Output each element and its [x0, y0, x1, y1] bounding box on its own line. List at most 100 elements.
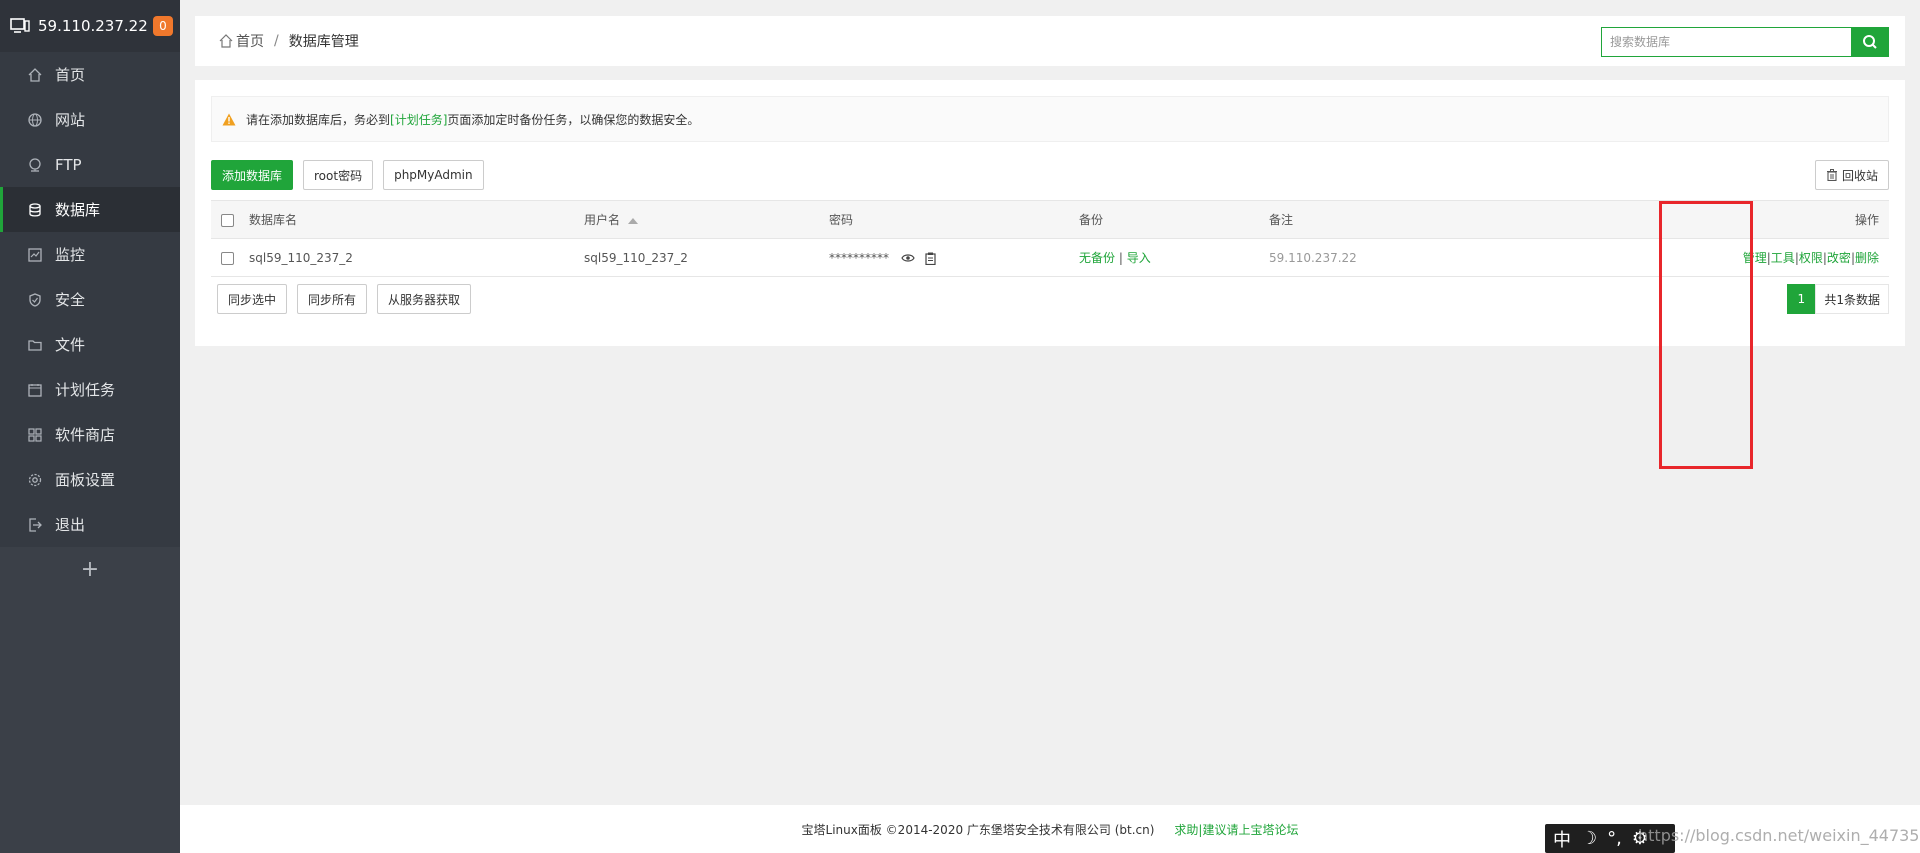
shield-icon: [27, 292, 43, 308]
sidebar: 59.110.237.22 0 首页 网站 FTP 数据库 监控 安全 文件 计…: [0, 0, 180, 853]
db-backup-cell: 无备份 | 导入: [1079, 238, 1269, 277]
monitor-icon: [10, 18, 30, 33]
col-name: 数据库名: [249, 200, 584, 239]
sort-asc-icon[interactable]: [628, 217, 639, 224]
backup-separator: |: [1118, 251, 1123, 265]
col-backup: 备份: [1079, 200, 1269, 239]
col-password: 密码: [829, 200, 1079, 239]
sidebar-item-label: 软件商店: [55, 426, 116, 444]
db-name: sql59_110_237_2: [249, 238, 584, 277]
sidebar-item-security[interactable]: 安全: [0, 277, 180, 322]
moon-icon[interactable]: ☽: [1581, 828, 1597, 849]
breadcrumb-home[interactable]: 首页: [219, 31, 264, 51]
change-password-link[interactable]: 改密: [1827, 251, 1851, 265]
sidebar-item-monitor[interactable]: 监控: [0, 232, 180, 277]
ftp-icon: [27, 157, 43, 173]
sidebar-item-files[interactable]: 文件: [0, 322, 180, 367]
breadcrumb: 首页 / 数据库管理: [195, 16, 1905, 66]
sidebar-menu: 首页 网站 FTP 数据库 监控 安全 文件 计划任务 软件商店 面板设置 退出: [0, 52, 180, 547]
col-note: 备注: [1269, 200, 1502, 239]
pagination: 1 共1条数据: [1787, 284, 1889, 314]
db-user: sql59_110_237_2: [584, 238, 829, 277]
footer-copyright: 宝塔Linux面板 ©2014-2020 广东堡塔安全技术有限公司 (bt.cn…: [801, 822, 1155, 837]
add-menu-button[interactable]: +: [0, 547, 180, 591]
root-password-button[interactable]: root密码: [303, 160, 374, 190]
delete-link[interactable]: 删除: [1855, 251, 1879, 265]
fetch-from-server-button[interactable]: 从服务器获取: [377, 284, 472, 314]
sidebar-item-home[interactable]: 首页: [0, 52, 180, 97]
sidebar-item-label: 计划任务: [55, 381, 116, 399]
col-user[interactable]: 用户名: [584, 200, 829, 239]
sidebar-item-cron[interactable]: 计划任务: [0, 367, 180, 412]
recycle-bin-button[interactable]: 回收站: [1814, 160, 1889, 190]
database-panel: 请在添加数据库后，务必到 [计划任务] 页面添加定时备份任务，以确保您的数据安全…: [195, 80, 1905, 346]
sidebar-item-label: 文件: [55, 336, 86, 354]
notification-badge[interactable]: 0: [153, 16, 173, 36]
sidebar-item-label: 面板设置: [55, 471, 116, 489]
sidebar-item-label: 退出: [55, 516, 86, 534]
server-ip: 59.110.237.22: [38, 17, 148, 35]
import-link[interactable]: 导入: [1127, 251, 1151, 265]
monitor-icon: [27, 247, 43, 263]
search-box: [1601, 27, 1889, 57]
calendar-icon: [27, 382, 43, 398]
sidebar-item-label: FTP: [55, 155, 82, 174]
toolbar: 添加数据库 root密码 phpMyAdmin: [211, 160, 484, 190]
forum-link[interactable]: 求助|建议请上宝塔论坛: [1174, 821, 1298, 838]
tools-link[interactable]: 工具: [1771, 251, 1795, 265]
database-table: 数据库名 用户名 密码 备份 备注 操作 sql59_110_237_2 sql…: [211, 200, 1889, 277]
permission-link[interactable]: 权限: [1799, 251, 1823, 265]
copy-icon[interactable]: [925, 252, 936, 265]
select-all-checkbox[interactable]: [221, 213, 234, 227]
sidebar-item-logout[interactable]: 退出: [0, 502, 180, 547]
table-actions: 同步选中 同步所有 从服务器获取: [217, 284, 472, 314]
ime-language[interactable]: 中: [1553, 826, 1571, 852]
backup-alert: 请在添加数据库后，务必到 [计划任务] 页面添加定时备份任务，以确保您的数据安全…: [211, 96, 1889, 142]
sync-selected-button[interactable]: 同步选中: [217, 284, 288, 314]
phpmyadmin-button[interactable]: phpMyAdmin: [383, 160, 484, 190]
trash-icon: [1826, 169, 1837, 181]
search-input[interactable]: [1601, 27, 1851, 57]
alert-text-pre: 请在添加数据库后，务必到: [246, 112, 391, 127]
logout-icon: [27, 517, 43, 533]
sidebar-item-label: 网站: [55, 111, 86, 129]
col-user-label: 用户名: [584, 213, 621, 227]
sidebar-item-label: 数据库: [55, 201, 101, 219]
select-all-cell: [211, 200, 249, 239]
db-note[interactable]: 59.110.237.22: [1269, 238, 1502, 277]
db-password: **********: [829, 250, 889, 265]
eye-icon[interactable]: [901, 253, 915, 263]
no-backup-link[interactable]: 无备份: [1079, 251, 1115, 265]
table-row: sql59_110_237_2 sql59_110_237_2 ********…: [211, 238, 1889, 277]
folder-icon: [27, 337, 43, 353]
punctuation-icon[interactable]: °,: [1607, 828, 1622, 849]
sidebar-item-label: 监控: [55, 246, 86, 264]
alert-text-post: 页面添加定时备份任务，以确保您的数据安全。: [447, 112, 700, 127]
add-database-button[interactable]: 添加数据库: [211, 160, 294, 190]
db-password-cell: **********: [829, 238, 1079, 277]
sidebar-item-database[interactable]: 数据库: [0, 187, 180, 232]
cron-link[interactable]: [计划任务]: [390, 111, 447, 128]
search-button[interactable]: [1851, 27, 1889, 57]
highlight-annotation-box: [1659, 201, 1753, 469]
sync-all-button[interactable]: 同步所有: [297, 284, 368, 314]
sidebar-item-store[interactable]: 软件商店: [0, 412, 180, 457]
home-icon: [219, 34, 233, 48]
search-icon: [1863, 35, 1877, 49]
breadcrumb-home-label: 首页: [236, 34, 264, 50]
row-checkbox[interactable]: [221, 251, 234, 265]
page-number[interactable]: 1: [1787, 284, 1816, 314]
sidebar-item-settings[interactable]: 面板设置: [0, 457, 180, 502]
row-select-cell: [211, 238, 249, 277]
home-icon: [27, 67, 43, 83]
watermark: https://blog.csdn.net/weixin_44735933: [1638, 826, 1920, 845]
gear-icon: [27, 472, 43, 488]
sidebar-item-ftp[interactable]: FTP: [0, 142, 180, 187]
database-icon: [27, 202, 43, 218]
total-count: 共1条数据: [1815, 284, 1889, 314]
grid-icon: [27, 427, 43, 443]
sidebar-item-label: 安全: [55, 291, 86, 309]
sidebar-item-website[interactable]: 网站: [0, 97, 180, 142]
warning-icon: [222, 113, 236, 125]
sidebar-item-label: 首页: [55, 66, 86, 84]
